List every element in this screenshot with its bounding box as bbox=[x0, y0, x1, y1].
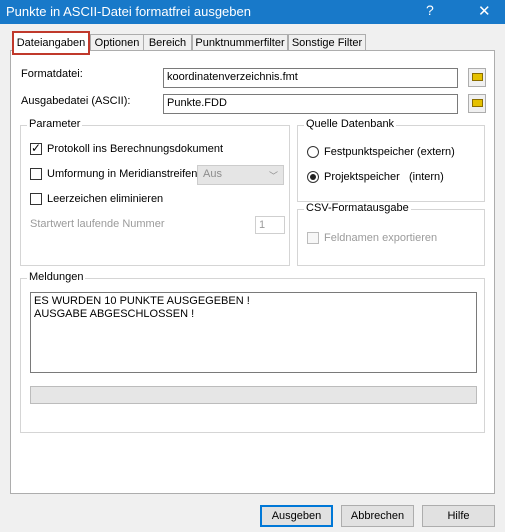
tab-dateiangaben[interactable]: Dateiangaben bbox=[12, 31, 90, 55]
umformung-select[interactable]: Aus ﹀ bbox=[197, 165, 284, 185]
startwert-label: Startwert laufende Nummer bbox=[30, 218, 165, 230]
meldungen-title: Meldungen bbox=[27, 271, 86, 283]
umformung-select-value: Aus bbox=[203, 168, 222, 180]
parameter-group: Parameter Protokoll ins Berechnungsdokum… bbox=[20, 118, 290, 266]
meldungen-group: Meldungen ES WURDEN 10 PUNKTE AUSGEGEBEN… bbox=[20, 271, 485, 433]
festpunktspeicher-label: Festpunktspeicher (extern) bbox=[324, 146, 455, 158]
protokoll-checkbox[interactable] bbox=[30, 141, 42, 155]
progress-bar bbox=[30, 386, 477, 404]
leerzeichen-checkbox[interactable] bbox=[30, 193, 42, 205]
hilfe-button[interactable]: Hilfe bbox=[422, 505, 495, 527]
meldungen-textbox[interactable]: ES WURDEN 10 PUNKTE AUSGEGEBEN ! AUSGABE… bbox=[30, 292, 477, 373]
ausgeben-button[interactable]: Ausgeben bbox=[260, 505, 333, 527]
projektspeicher-label: Projektspeicher (intern) bbox=[324, 171, 444, 183]
csv-title: CSV-Formatausgabe bbox=[304, 202, 411, 214]
formatdatei-field[interactable]: koordinatenverzeichnis.fmt bbox=[163, 68, 458, 88]
quelle-title: Quelle Datenbank bbox=[304, 118, 397, 130]
feldnamen-checkbox[interactable] bbox=[307, 232, 319, 244]
ausgabedatei-browse-button[interactable] bbox=[468, 94, 486, 113]
feldnamen-label: Feldnamen exportieren bbox=[324, 232, 438, 244]
protokoll-label: Protokoll ins Berechnungsdokument bbox=[47, 143, 224, 155]
window-title: Punkte in ASCII-Datei formatfrei ausgebe… bbox=[6, 4, 251, 19]
folder-icon bbox=[472, 99, 483, 107]
ausgabedatei-label: Ausgabedatei (ASCII): bbox=[21, 95, 131, 107]
csv-group: CSV-Formatausgabe Feldnamen exportieren bbox=[297, 202, 485, 266]
close-icon[interactable]: ✕ bbox=[478, 2, 491, 20]
formatdatei-browse-button[interactable] bbox=[468, 68, 486, 87]
quelle-datenbank-group: Quelle Datenbank Festpunktspeicher (exte… bbox=[297, 118, 485, 202]
umformung-checkbox[interactable] bbox=[30, 168, 42, 180]
startwert-field[interactable]: 1 bbox=[255, 216, 285, 234]
formatdatei-label: Formatdatei: bbox=[21, 68, 83, 80]
dialog-body: Dateiangaben Optionen Bereich Punktnumme… bbox=[0, 24, 505, 532]
projektspeicher-radio[interactable] bbox=[307, 171, 319, 183]
help-icon[interactable]: ? bbox=[426, 2, 434, 18]
meldung-line: AUSGABE ABGESCHLOSSEN ! bbox=[34, 308, 195, 320]
abbrechen-button[interactable]: Abbrechen bbox=[341, 505, 414, 527]
parameter-title: Parameter bbox=[27, 118, 83, 130]
tab-panel-dateiangaben: Formatdatei: koordinatenverzeichnis.fmt … bbox=[10, 50, 495, 494]
title-bar: Punkte in ASCII-Datei formatfrei ausgebe… bbox=[0, 0, 505, 24]
leerzeichen-label: Leerzeichen eliminieren bbox=[47, 193, 164, 205]
umformung-label: Umformung in Meridianstreifen bbox=[47, 168, 198, 180]
meldung-line: ES WURDEN 10 PUNKTE AUSGEGEBEN ! bbox=[34, 295, 250, 307]
chevron-down-icon: ﹀ bbox=[268, 171, 278, 181]
ausgabedatei-field[interactable]: Punkte.FDD bbox=[163, 94, 458, 114]
folder-icon bbox=[472, 73, 483, 81]
festpunktspeicher-radio[interactable] bbox=[307, 146, 319, 158]
